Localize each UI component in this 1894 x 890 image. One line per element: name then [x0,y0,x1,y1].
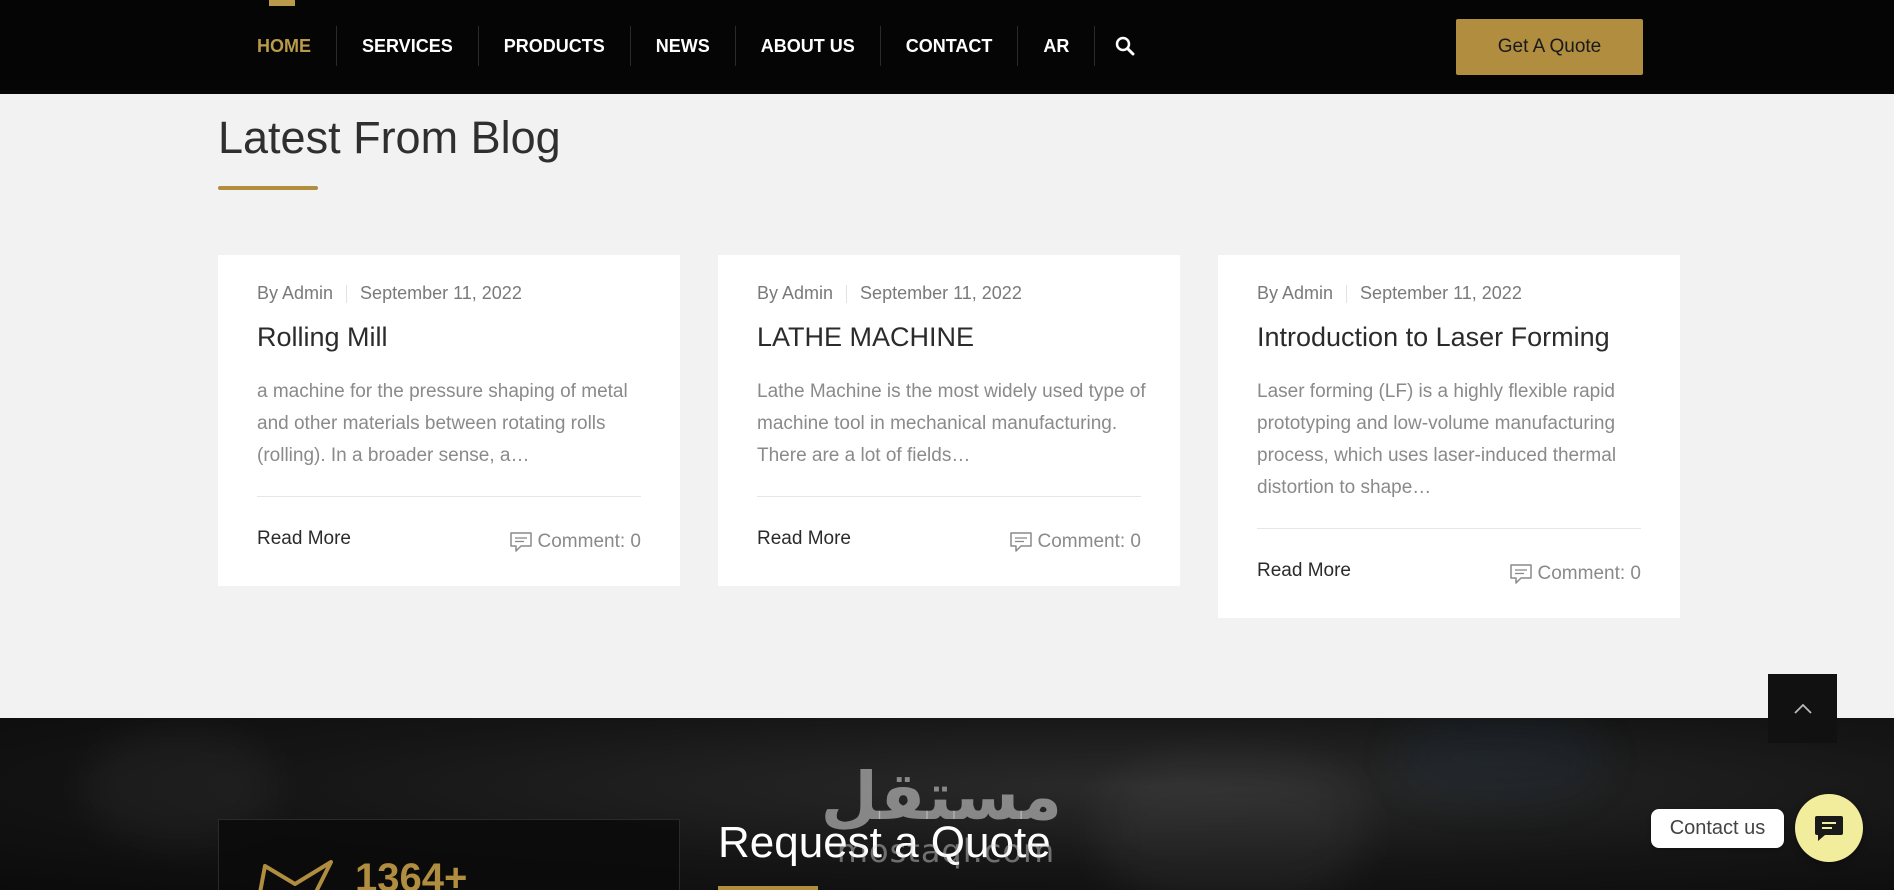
stat-number: 1364+ [355,856,468,890]
search-icon [1116,36,1135,56]
back-to-top-button[interactable] [1768,674,1837,743]
nav-item-contact[interactable]: CONTACT [881,26,1019,66]
search-button[interactable] [1095,26,1155,66]
post-meta: By Admin September 11, 2022 [257,283,522,304]
title-underline [718,886,818,890]
comment-count[interactable]: Comment: 0 [1009,530,1141,554]
chat-icon [1815,816,1843,841]
read-more-link[interactable]: Read More [757,528,851,550]
post-excerpt: Laser forming (LF) is a highly flexible … [1257,381,1617,498]
card-divider [757,496,1141,497]
blog-card: By Admin September 11, 2022 Rolling Mill… [218,255,680,586]
post-title[interactable]: Rolling Mill [257,322,388,353]
stat-box: 1364+ [218,819,680,890]
comment-count-label: Comment: 0 [1037,531,1141,552]
comment-count[interactable]: Comment: 0 [509,530,641,554]
post-excerpt: Lathe Machine is the most widely used ty… [757,381,1146,466]
comment-count-label: Comment: 0 [537,531,641,552]
blog-card: By Admin September 11, 2022 Introduction… [1218,255,1680,618]
meta-separator [346,284,348,303]
title-underline [218,186,318,190]
nav-item-ar[interactable]: AR [1018,26,1096,66]
post-meta: By Admin September 11, 2022 [757,283,1022,304]
comment-icon [509,532,532,552]
comment-icon [1009,532,1032,552]
post-author[interactable]: By Admin [757,283,833,304]
mail-icon [258,860,333,890]
post-title[interactable]: Introduction to Laser Forming [1257,322,1610,353]
read-more-link[interactable]: Read More [1257,560,1351,582]
get-a-quote-button[interactable]: Get A Quote [1456,19,1643,75]
card-divider [257,496,641,497]
meta-separator [1346,284,1348,303]
comment-icon [1509,564,1532,584]
meta-separator [846,284,848,303]
nav-item-services[interactable]: SERVICES [337,26,479,66]
background-decoration [1400,718,1600,798]
read-more-link[interactable]: Read More [257,528,351,550]
nav-item-products[interactable]: PRODUCTS [479,26,631,66]
comment-count[interactable]: Comment: 0 [1509,562,1641,586]
comment-count-label: Comment: 0 [1537,563,1641,584]
post-author[interactable]: By Admin [1257,283,1333,304]
active-nav-indicator [269,0,295,6]
nav-item-news[interactable]: NEWS [631,26,736,66]
post-author[interactable]: By Admin [257,283,333,304]
section-title: Latest From Blog [218,112,561,163]
nav-item-about-us[interactable]: ABOUT US [736,26,881,66]
contact-us-label[interactable]: Contact us [1651,809,1784,848]
request-quote-title: Request a Quote [718,818,1051,867]
card-divider [1257,528,1641,529]
chevron-up-icon [1793,703,1812,714]
site-header: HOME SERVICES PRODUCTS NEWS ABOUT US CON… [0,0,1894,94]
post-date[interactable]: September 11, 2022 [860,283,1022,304]
nav-item-home[interactable]: HOME [232,26,337,66]
post-meta: By Admin September 11, 2022 [1257,283,1522,304]
post-excerpt: a machine for the pressure shaping of me… [257,381,628,466]
main-nav: HOME SERVICES PRODUCTS NEWS ABOUT US CON… [232,26,1155,66]
post-date[interactable]: September 11, 2022 [360,283,522,304]
post-date[interactable]: September 11, 2022 [1360,283,1522,304]
request-quote-section: 1364+ Request a Quote [0,718,1894,890]
post-title[interactable]: LATHE MACHINE [757,322,974,353]
contact-us-button[interactable] [1795,794,1863,862]
background-decoration [1100,758,1360,890]
blog-card: By Admin September 11, 2022 LATHE MACHIN… [718,255,1180,586]
